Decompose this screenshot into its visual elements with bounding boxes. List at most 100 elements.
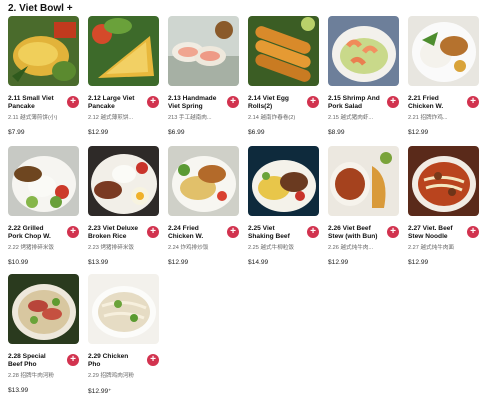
plus-icon: +: [150, 96, 156, 107]
plus-icon: +: [310, 226, 316, 237]
item-name: 2.27 Viet. Beef Stew Noodle: [408, 225, 453, 240]
food-photo[interactable]: [88, 16, 159, 86]
menu-item-card[interactable]: 2.25 Viet Shaking Beef Rice 2.25 越式牛柳粒饭 …: [248, 146, 319, 274]
add-to-cart-button[interactable]: +: [387, 96, 399, 108]
menu-item-card[interactable]: 2.27 Viet. Beef Stew Noodle 2.27 越式炖牛肉面 …: [408, 146, 479, 274]
add-to-cart-button[interactable]: +: [67, 226, 79, 238]
add-to-cart-button[interactable]: +: [67, 96, 79, 108]
food-photo[interactable]: [248, 16, 319, 86]
item-chinese-name: 2.28 招牌牛肉河粉: [8, 373, 55, 379]
menu-item-card[interactable]: 2.21 Fried Chicken W. Burn... 2.21 招牌炸鸡.…: [408, 16, 479, 146]
food-photo[interactable]: [88, 146, 159, 216]
menu-item-card[interactable]: 2.29 Chicken Pho 2.29 招牌鸡肉河粉 $12.99⁺ +: [88, 274, 159, 402]
food-photo[interactable]: [248, 146, 319, 216]
item-price: $12.99: [88, 129, 109, 136]
item-name: 2.21 Fried Chicken W. Burn...: [408, 95, 444, 110]
item-price: $13.99: [8, 387, 29, 394]
item-chinese-name: 2.26 越式炖牛肉...: [328, 245, 374, 251]
item-price: $6.99: [168, 129, 185, 136]
add-to-cart-button[interactable]: +: [147, 354, 159, 366]
item-chinese-name: 2.21 招牌炸鸡...: [408, 115, 448, 121]
item-chinese-name: 2.22 烤猪排碎米饭: [8, 245, 55, 251]
plus-icon: +: [70, 226, 76, 237]
food-photo[interactable]: [8, 146, 79, 216]
add-to-cart-button[interactable]: +: [467, 96, 479, 108]
plus-icon: +: [470, 226, 476, 237]
plus-icon: +: [390, 96, 396, 107]
item-price: $7.99: [8, 129, 25, 136]
add-to-cart-button[interactable]: +: [467, 226, 479, 238]
plus-icon: +: [390, 226, 396, 237]
menu-item-card[interactable]: 2.28 Special Beef Pho 2.28 招牌牛肉河粉 $13.99…: [8, 274, 79, 402]
item-price: $6.99: [248, 129, 265, 136]
item-chinese-name: 2.14 越南炸春卷(2): [248, 115, 296, 121]
plus-icon: +: [70, 96, 76, 107]
item-price: $13.99: [88, 259, 109, 266]
item-name: 2.28 Special Beef Pho: [8, 353, 46, 368]
item-chinese-name: 2.25 越式牛柳粒饭: [248, 245, 295, 251]
menu-item-card[interactable]: 2.12 Large Viet Pancake 2.12 越式薄煎饼... $1…: [88, 16, 159, 146]
item-chinese-name: 2.15 越式猪肉虾...: [328, 115, 374, 121]
add-to-cart-button[interactable]: +: [387, 226, 399, 238]
add-to-cart-button[interactable]: +: [147, 96, 159, 108]
item-name: 2.26 Viet Beef Stew (with Bun): [328, 225, 378, 240]
item-name: 2.29 Chicken Pho: [88, 353, 129, 368]
plus-icon: +: [150, 354, 156, 365]
menu-item-card[interactable]: 2.26 Viet Beef Stew (with Bun) 2.26 越式炖牛…: [328, 146, 399, 274]
plus-icon: +: [310, 96, 316, 107]
item-chinese-name: 2.29 招牌鸡肉河粉: [88, 373, 135, 379]
menu-item-card[interactable]: 2.23 Viet Deluxe Broken Rice 2.23 烤猪排碎米饭…: [88, 146, 159, 274]
item-name: 2.12 Large Viet Pancake: [88, 95, 135, 110]
item-price: $12.99⁺: [88, 388, 112, 395]
item-price: $12.99: [168, 259, 189, 266]
add-to-cart-button[interactable]: +: [227, 96, 239, 108]
item-name: 2.25 Viet Shaking Beef Rice: [248, 225, 290, 240]
plus-icon: +: [470, 96, 476, 107]
food-photo[interactable]: [328, 146, 399, 216]
item-price: $8.99: [328, 129, 345, 136]
food-photo[interactable]: [8, 16, 79, 86]
item-price: $12.99: [408, 129, 429, 136]
add-to-cart-button[interactable]: +: [307, 226, 319, 238]
menu-item-card[interactable]: 2.15 Shrimp And Pork Salad 2.15 越式猪肉虾...…: [328, 16, 399, 146]
item-chinese-name: 2.24 炸鸡排炒饭: [168, 245, 209, 251]
menu-item-card[interactable]: 2.13 Handmade Viet Spring Rolls 213 手工越南…: [168, 16, 239, 146]
item-chinese-name: 2.11 越式薄煎饼(小): [8, 115, 58, 121]
food-photo[interactable]: [8, 274, 79, 344]
plus-icon: +: [150, 226, 156, 237]
item-name: 2.23 Viet Deluxe Broken Rice: [88, 225, 139, 240]
add-to-cart-button[interactable]: +: [307, 96, 319, 108]
item-chinese-name: 2.23 烤猪排碎米饭: [88, 245, 135, 251]
plus-icon: +: [230, 96, 236, 107]
item-name: 2.15 Shrimp And Pork Salad: [328, 95, 380, 110]
item-name: 2.24 Fried Chicken W. Viet...: [168, 225, 204, 240]
item-name: 2.11 Small Viet Pancake: [8, 95, 54, 110]
item-chinese-name: 2.12 越式薄煎饼...: [88, 115, 134, 121]
section-title[interactable]: 2. Viet Bowl +: [8, 3, 73, 14]
plus-icon: +: [230, 226, 236, 237]
menu-item-card[interactable]: 2.24 Fried Chicken W. Viet... 2.24 炸鸡排炒饭…: [168, 146, 239, 274]
food-photo[interactable]: [408, 16, 479, 86]
item-name: 2.14 Viet Egg Rolls(2): [248, 95, 289, 110]
add-to-cart-button[interactable]: +: [67, 354, 79, 366]
item-price: $10.99: [8, 259, 29, 266]
food-photo[interactable]: [168, 146, 239, 216]
food-photo[interactable]: [88, 274, 159, 344]
item-name: 2.22 Grilled Pork Chop W. Viet...: [8, 225, 51, 240]
plus-icon: +: [70, 354, 76, 365]
item-price: $14.99: [248, 259, 269, 266]
add-to-cart-button[interactable]: +: [227, 226, 239, 238]
item-chinese-name: 2.27 越式炖牛肉面: [408, 245, 455, 251]
menu-item-card[interactable]: 2.22 Grilled Pork Chop W. Viet... 2.22 烤…: [8, 146, 79, 274]
food-photo[interactable]: [168, 16, 239, 86]
menu-item-card[interactable]: 2.14 Viet Egg Rolls(2) 2.14 越南炸春卷(2) $6.…: [248, 16, 319, 146]
food-photo[interactable]: [408, 146, 479, 216]
menu-item-card[interactable]: 2.11 Small Viet Pancake 2.11 越式薄煎饼(小) $7…: [8, 16, 79, 146]
menu-grid: 2.11 Small Viet Pancake 2.11 越式薄煎饼(小) $7…: [8, 16, 479, 402]
item-price: $12.99: [328, 259, 349, 266]
item-price: $12.99: [408, 259, 429, 266]
add-to-cart-button[interactable]: +: [147, 226, 159, 238]
item-name: 2.13 Handmade Viet Spring Rolls: [168, 95, 217, 110]
item-chinese-name: 213 手工越南肉...: [168, 115, 212, 121]
food-photo[interactable]: [328, 16, 399, 86]
